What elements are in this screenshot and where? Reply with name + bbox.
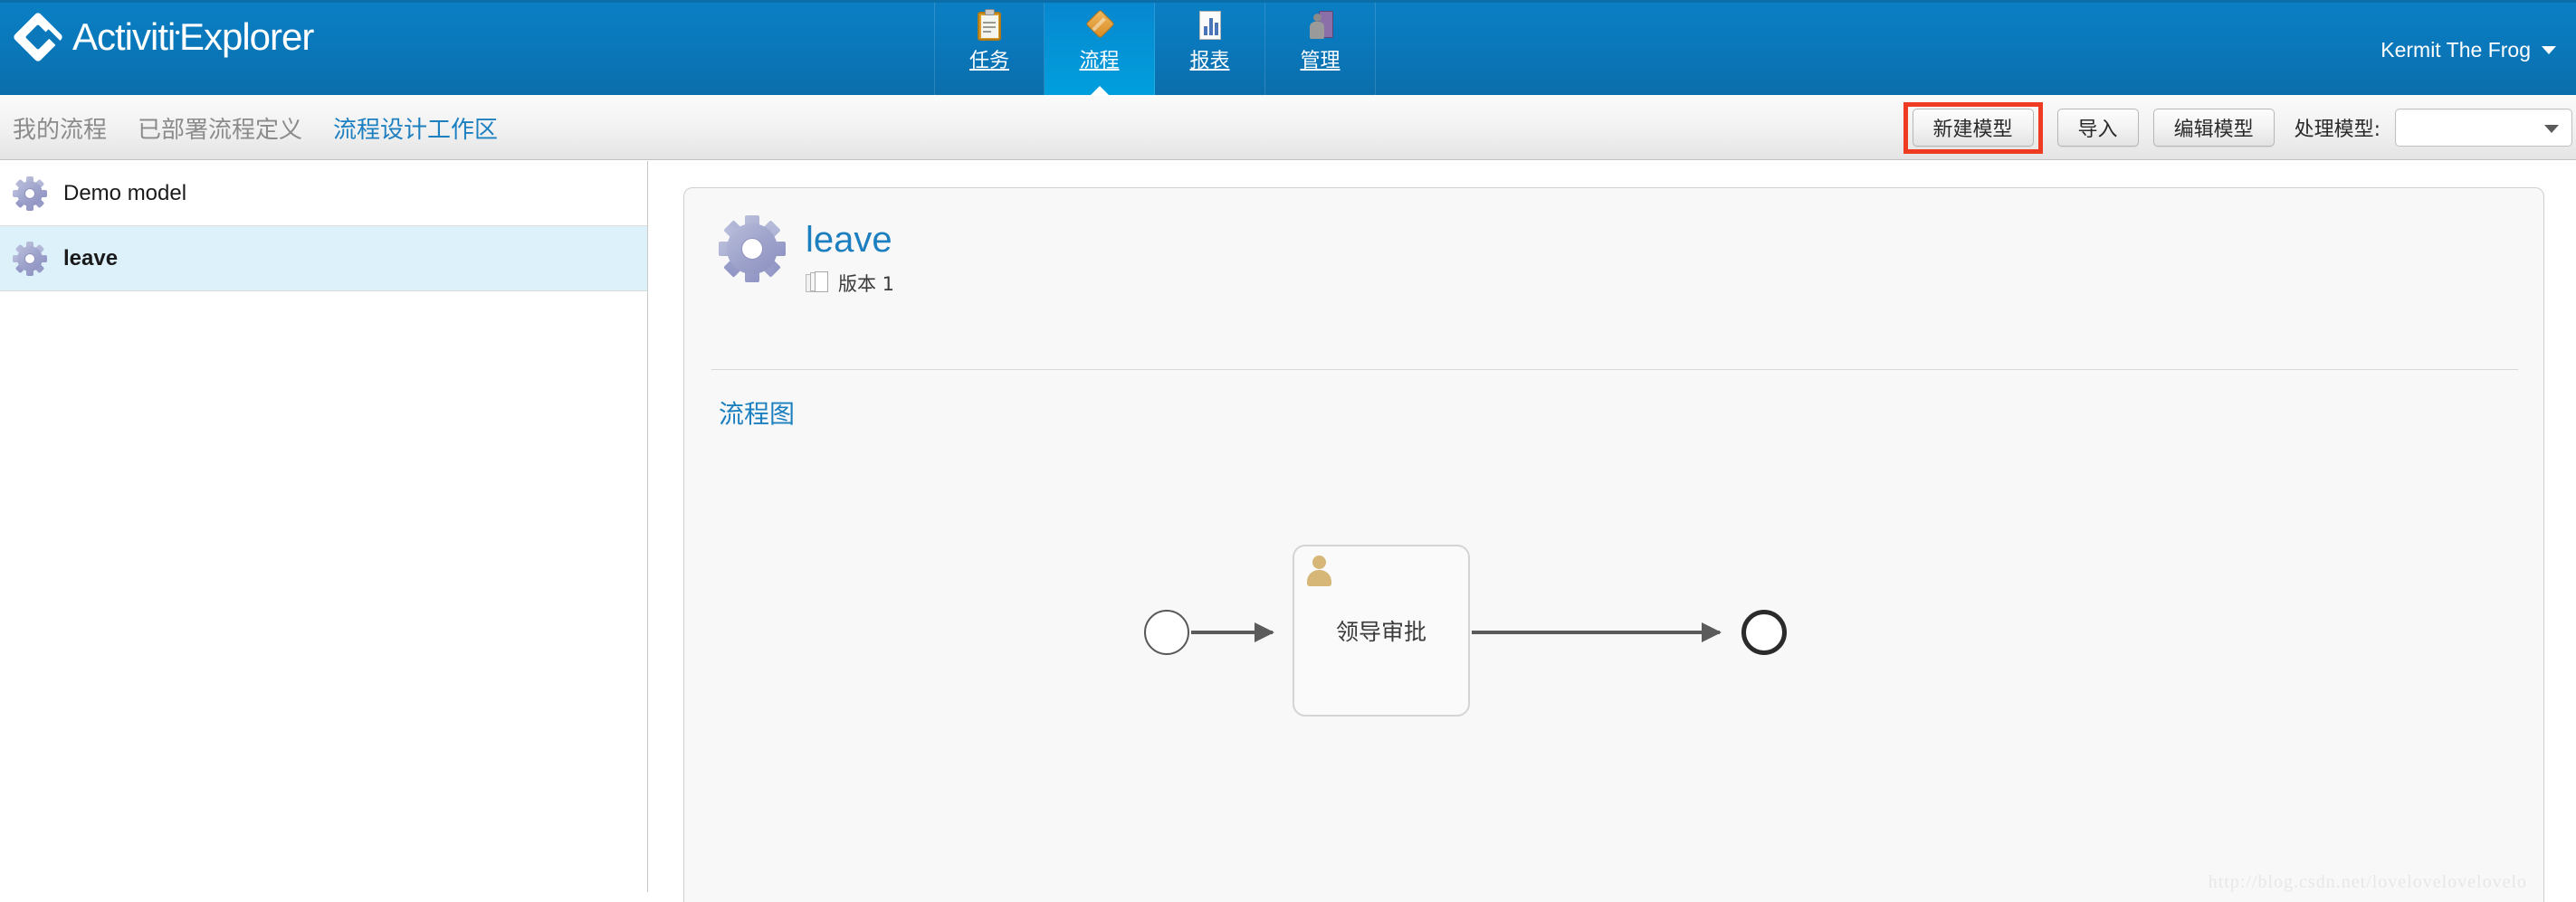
new-model-highlight-box: 新建模型 — [1903, 101, 2043, 154]
process-model-select[interactable] — [2395, 109, 2572, 147]
list-item[interactable]: leave — [0, 226, 647, 291]
edit-model-button[interactable]: 编辑模型 — [2152, 109, 2275, 147]
page-title: leave — [806, 220, 892, 260]
section-divider — [711, 369, 2518, 370]
bpmn-sequence-flow — [1472, 622, 1722, 642]
nav-tab-manage[interactable]: 管理 — [1265, 3, 1376, 98]
sub-tab-my-processes[interactable]: 我的流程 — [13, 111, 107, 145]
bpmn-task-label: 领导审批 — [1335, 619, 1426, 645]
model-detail-header: leave 版本 1 — [719, 215, 894, 297]
gear-icon — [719, 215, 786, 282]
brand-name: Activiti — [72, 15, 176, 58]
manage-icon — [1304, 8, 1337, 43]
nav-tab-label: 报表 — [1189, 50, 1230, 72]
bpmn-sequence-flow — [1191, 622, 1274, 642]
import-button[interactable]: 导入 — [2056, 109, 2139, 147]
brand-text: Activiti•Explorer — [72, 15, 314, 59]
gear-icon — [13, 241, 47, 276]
bpmn-diagram: 领导审批 — [684, 451, 2543, 902]
bpmn-user-task[interactable]: 领导审批 — [1293, 545, 1470, 717]
process-model-label: 处理模型: — [2294, 119, 2380, 141]
model-detail-panel: leave 版本 1 流程图 领导审批 http://blog.csdn.net… — [683, 187, 2544, 902]
process-diagram-link[interactable]: 流程图 — [719, 394, 795, 431]
model-list-sidebar: Demo model leave — [0, 161, 648, 892]
pages-icon — [806, 271, 829, 296]
clipboard-icon — [973, 8, 1006, 43]
app-logo[interactable]: Activiti•Explorer — [12, 11, 314, 63]
user-name-label: Kermit The Frog — [2380, 38, 2531, 62]
model-version-label: 版本 1 — [838, 273, 895, 295]
user-menu[interactable]: Kermit The Frog — [2380, 3, 2556, 98]
model-version: 版本 1 — [806, 270, 894, 297]
main-content: leave 版本 1 流程图 领导审批 http://blog.csdn.net… — [649, 161, 2576, 902]
main-navigation: 任务 流程 报表 管理 — [934, 3, 1376, 98]
list-item-label: leave — [63, 245, 119, 271]
app-header: Activiti•Explorer 任务 流程 报表 管理 Kermit The… — [0, 0, 2576, 98]
model-toolbar: 新建模型 导入 编辑模型 处理模型: — [1903, 95, 2576, 160]
bar-chart-icon — [1194, 8, 1226, 43]
list-item-label: Demo model — [63, 180, 187, 205]
nav-tab-tasks[interactable]: 任务 — [934, 3, 1045, 98]
nav-tab-reports[interactable]: 报表 — [1155, 3, 1265, 98]
diamond-logo-icon — [12, 11, 64, 63]
watermark-text: http://blog.csdn.net/lovelovelovelovelo — [2208, 872, 2527, 892]
chevron-down-icon — [2544, 125, 2559, 133]
sub-tabs: 我的流程 已部署流程定义 流程设计工作区 — [13, 95, 498, 160]
sub-navigation-bar: 我的流程 已部署流程定义 流程设计工作区 新建模型 导入 编辑模型 处理模型: — [0, 95, 2576, 160]
gear-icon — [13, 176, 47, 211]
bpmn-end-event[interactable] — [1741, 610, 1787, 655]
diamond-icon — [1083, 8, 1116, 43]
nav-tab-label: 流程 — [1079, 50, 1120, 72]
brand-suffix: Explorer — [178, 15, 314, 58]
list-item[interactable]: Demo model — [0, 161, 647, 226]
new-model-button[interactable]: 新建模型 — [1912, 108, 2034, 147]
sub-tab-design-workspace[interactable]: 流程设计工作区 — [333, 111, 498, 145]
caret-down-icon — [2542, 46, 2556, 54]
sub-tab-deployed-definitions[interactable]: 已部署流程定义 — [138, 111, 302, 145]
bpmn-start-event[interactable] — [1144, 610, 1189, 655]
nav-tab-label: 任务 — [968, 50, 1009, 72]
nav-tab-label: 管理 — [1300, 50, 1340, 72]
nav-tab-processes[interactable]: 流程 — [1045, 3, 1155, 98]
